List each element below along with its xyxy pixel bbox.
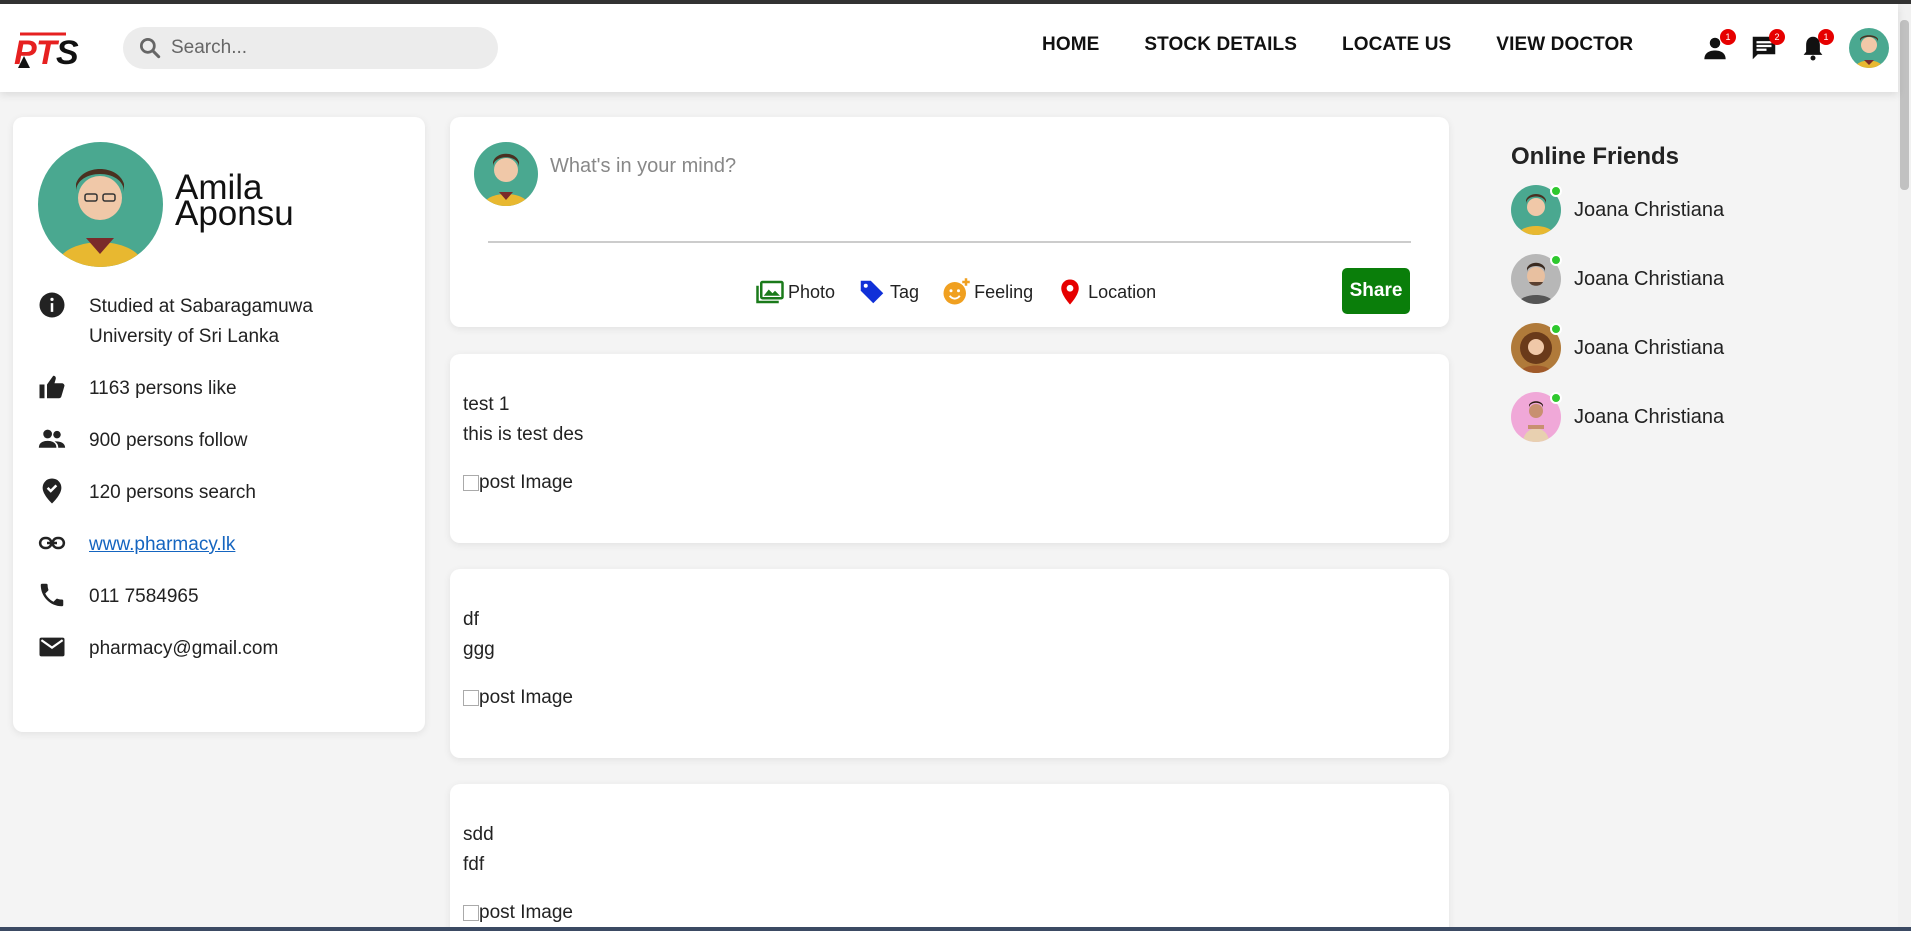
post-description: ggg	[463, 639, 495, 660]
phone-icon	[40, 583, 64, 607]
study-text: Studied at Sabaragamuwa University of Sr…	[89, 296, 313, 347]
tag-icon	[860, 280, 884, 304]
phone-text: 011 7584965	[89, 586, 199, 607]
main-nav: HOME STOCK DETAILS LOCATE US VIEW DOCTOR	[1042, 34, 1678, 56]
friend-name: Joana Christiana	[1574, 267, 1725, 290]
post-image: post Image	[463, 687, 573, 709]
broken-image-icon	[463, 690, 479, 706]
email-text: pharmacy@gmail.com	[89, 638, 279, 659]
info-row-study: Studied at Sabaragamuwa University of Sr…	[37, 292, 359, 352]
notification-badge: 1	[1720, 29, 1736, 45]
friend-item[interactable]: Joana Christiana	[1511, 323, 1724, 373]
info-icon	[39, 292, 65, 318]
likes-text: 1163 persons like	[89, 378, 237, 399]
location-label: Location	[1088, 281, 1157, 302]
search-input[interactable]	[171, 37, 481, 59]
friend-name: Joana Christiana	[1574, 336, 1725, 359]
smiley-icon	[943, 278, 970, 305]
profile-header: Amila Aponsu	[38, 142, 325, 267]
profile-last-name: Aponsu	[175, 193, 294, 233]
post-description: fdf	[463, 854, 485, 875]
post-description: this is test des	[463, 424, 584, 445]
friend-item[interactable]: Joana Christiana	[1511, 185, 1724, 235]
notification-badge: 2	[1769, 29, 1785, 45]
photo-icon	[756, 280, 784, 304]
post-image-alt: post Image	[479, 902, 573, 923]
info-row-searches: 120 persons search	[37, 478, 359, 508]
feeling-action[interactable]: Feeling	[941, 277, 1033, 307]
broken-image-icon	[463, 905, 479, 921]
share-button[interactable]: Share	[1342, 268, 1410, 314]
post-title: sdd	[463, 824, 494, 845]
post-title: df	[463, 609, 479, 630]
online-friends-panel: Online Friends Joana Christiana Joana Ch…	[1511, 143, 1724, 461]
feeling-label: Feeling	[974, 281, 1034, 302]
composer-avatar	[474, 142, 538, 206]
tag-label: Tag	[890, 281, 920, 302]
website-link[interactable]: www.pharmacy.lk	[89, 530, 235, 560]
user-avatar[interactable]	[1849, 28, 1889, 68]
friend-requests-button[interactable]: 1	[1700, 29, 1736, 63]
post-image: post Image	[463, 472, 573, 494]
post-image-alt: post Image	[479, 472, 573, 493]
online-status-dot	[1550, 323, 1562, 335]
profile-card: Amila Aponsu Studied at Sabaragamuwa Uni…	[13, 117, 425, 732]
location-pin-icon	[1061, 279, 1079, 305]
pts-logo[interactable]: P T S	[14, 28, 84, 72]
messages-button[interactable]: 2	[1749, 29, 1785, 63]
nav-locate-us-link[interactable]: LOCATE US	[1342, 34, 1451, 56]
friend-item[interactable]: Joana Christiana	[1511, 392, 1724, 442]
top-navbar: P T S HOME STOCK DETAILS LOCATE US VIEW …	[0, 4, 1898, 92]
search-icon	[139, 37, 161, 59]
nav-icon-group: 1 2 1	[1700, 28, 1889, 68]
photo-label: Photo	[788, 281, 836, 302]
scrollbar-thumb[interactable]	[1900, 20, 1909, 190]
online-status-dot	[1550, 185, 1562, 197]
notification-badge: 1	[1818, 29, 1834, 45]
people-icon	[38, 429, 66, 448]
tag-action[interactable]: Tag	[857, 277, 919, 307]
searches-text: 120 persons search	[89, 482, 256, 503]
post-image: post Image	[463, 902, 573, 924]
nav-home-link[interactable]: HOME	[1042, 34, 1099, 56]
search-bar[interactable]	[123, 27, 498, 69]
location-action[interactable]: Location	[1055, 277, 1156, 307]
info-row-likes: 1163 persons like	[37, 374, 359, 404]
follows-text: 900 persons follow	[89, 430, 248, 451]
online-friends-heading: Online Friends	[1511, 143, 1680, 170]
post-card: test 1 this is test des post Image	[450, 354, 1449, 543]
composer-actions: Photo Tag Feeling Location	[755, 277, 1178, 307]
composer-divider	[488, 241, 1411, 243]
friend-item[interactable]: Joana Christiana	[1511, 254, 1724, 304]
window-bottom-border	[0, 927, 1911, 931]
friend-name: Joana Christiana	[1574, 405, 1725, 428]
info-row-website: www.pharmacy.lk	[37, 530, 359, 560]
info-row-phone: 011 7584965	[37, 582, 359, 612]
svg-text:S: S	[56, 34, 79, 70]
photo-action[interactable]: Photo	[755, 277, 835, 307]
friend-name: Joana Christiana	[1574, 198, 1725, 221]
post-composer: Photo Tag Feeling Location Share	[450, 117, 1449, 327]
nav-view-doctor-link[interactable]: VIEW DOCTOR	[1496, 34, 1633, 56]
post-title: test 1	[463, 394, 510, 415]
mail-icon	[39, 637, 65, 657]
info-row-email: pharmacy@gmail.com	[37, 634, 359, 664]
post-card: df ggg post Image	[450, 569, 1449, 758]
post-card: sdd fdf post Image	[450, 784, 1449, 931]
link-icon	[38, 536, 66, 550]
profile-name: Amila Aponsu	[175, 170, 325, 233]
broken-image-icon	[463, 475, 479, 491]
composer-input[interactable]	[550, 155, 1250, 178]
post-image-alt: post Image	[479, 687, 573, 708]
profile-avatar[interactable]	[38, 142, 163, 267]
info-row-follows: 900 persons follow	[37, 426, 359, 456]
online-status-dot	[1550, 392, 1562, 404]
profile-info-list: Studied at Sabaragamuwa University of Sr…	[37, 292, 359, 686]
nav-stock-details-link[interactable]: STOCK DETAILS	[1144, 34, 1297, 56]
thumb-up-icon	[39, 375, 65, 399]
location-check-icon	[42, 478, 62, 504]
notifications-button[interactable]: 1	[1798, 29, 1834, 63]
online-status-dot	[1550, 254, 1562, 266]
